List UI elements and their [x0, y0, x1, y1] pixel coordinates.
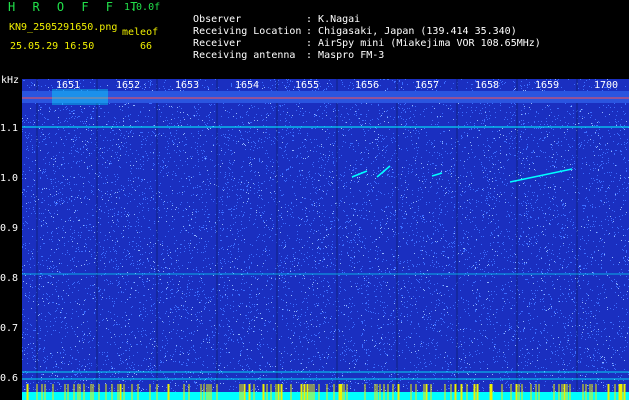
- x-tick-label: 1652: [116, 80, 141, 91]
- spectrogram-svg: [22, 79, 629, 400]
- app-logo: H R O F F T: [8, 0, 143, 14]
- carrier-blob: [52, 89, 108, 105]
- x-tick-label: 1657: [415, 80, 440, 91]
- meta-label: Receiving antenna: [193, 50, 296, 61]
- x-tick-label: 1658: [475, 80, 500, 91]
- y-tick-label: 0.7: [0, 323, 19, 334]
- x-tick-label: 1653: [175, 80, 200, 91]
- unit-label: meleof: [122, 27, 159, 38]
- y-tick-label: 0.6: [0, 373, 19, 384]
- meteor-echo: [351, 170, 368, 178]
- x-tick-label: 1656: [355, 80, 380, 91]
- meteor-echo: [509, 168, 573, 183]
- x-tick-label: 1651: [56, 80, 81, 91]
- x-tick-label: 1654: [235, 80, 260, 91]
- x-tick-label: 1655: [295, 80, 320, 91]
- y-tick-label: 1.0: [0, 173, 19, 184]
- meta-antenna: Receiving antenna: Maspro FM-3: [181, 38, 384, 62]
- x-tick-label: 1659: [535, 80, 560, 91]
- version-label: 1.0.0f: [124, 2, 161, 13]
- y-tick-label: 0.8: [0, 273, 19, 284]
- y-tick-label: 1.1: [0, 123, 19, 134]
- value-label: 66: [140, 41, 153, 52]
- bottom-band: [22, 392, 629, 400]
- carrier-band: [22, 91, 629, 103]
- y-tick-label: 0.9: [0, 223, 19, 234]
- y-axis-unit: kHz: [1, 75, 20, 86]
- spectrogram-plot: [22, 79, 629, 400]
- x-tick-label: 1700: [594, 80, 619, 91]
- meta-sep: :: [306, 50, 313, 61]
- datetime-label: 25.05.29 16:50: [10, 41, 95, 52]
- meteor-echo: [431, 172, 443, 177]
- filename-label: KN9_2505291650.png: [9, 22, 118, 33]
- meta-value: Maspro FM-3: [318, 50, 385, 61]
